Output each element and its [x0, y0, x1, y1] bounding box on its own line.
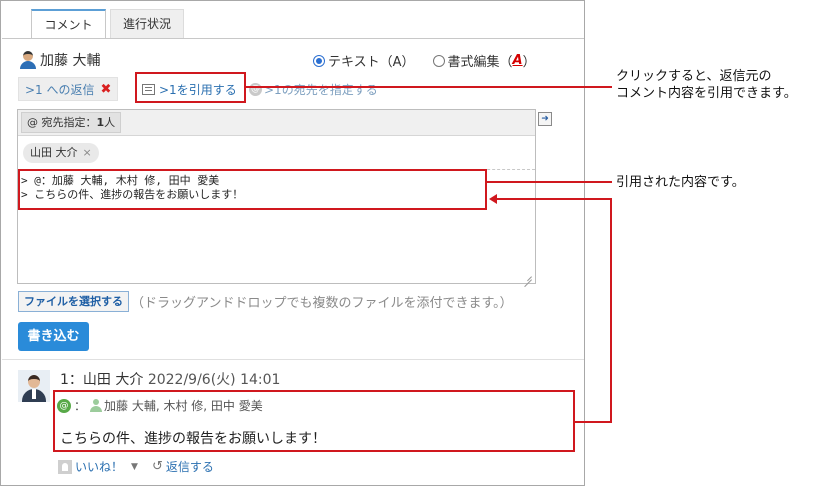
- callout-quote-link: クリックすると、返信元の コメント内容を引用できます。: [616, 68, 797, 102]
- reply-target-chip: >1 への返信 ✖: [18, 77, 119, 101]
- remove-reply-icon[interactable]: ✖: [101, 82, 112, 97]
- user-icon: [19, 51, 37, 69]
- callout-quoted-content: 引用された内容です。: [616, 174, 745, 191]
- set-destination-label[interactable]: >1の宛先を指定する: [264, 81, 378, 98]
- arrow-icon: [489, 194, 497, 204]
- post-number[interactable]: 1：: [60, 372, 83, 388]
- expand-editor-icon[interactable]: ➜: [538, 112, 552, 126]
- format-rich-label[interactable]: 書式編集（: [448, 51, 513, 70]
- choose-file-button[interactable]: ファイルを選択する: [18, 291, 129, 312]
- quote-highlight-box: [135, 72, 246, 103]
- tab-divider: [2, 38, 584, 39]
- submit-button[interactable]: 書き込む: [18, 322, 89, 351]
- recipient-chip-label: 山田 大介: [30, 146, 78, 159]
- like-icon[interactable]: [58, 459, 72, 474]
- callout-line-mid: [486, 181, 612, 183]
- post-datetime: 2022/9/6(火) 14:01: [147, 372, 281, 388]
- destination-count-label: 宛先指定：: [41, 116, 97, 129]
- post-header: 1：山田 大介 2022/9/6(火) 14:01: [60, 369, 280, 389]
- composer-author-name: 加藤 大輔: [40, 53, 101, 69]
- remove-recipient-icon[interactable]: ×: [83, 146, 92, 159]
- callout-line-bottom-h: [574, 421, 612, 423]
- avatar[interactable]: [18, 370, 50, 402]
- format-text-label[interactable]: テキスト（A）: [328, 51, 415, 70]
- recipient-chip: 山田 大介 ×: [23, 143, 99, 163]
- composer-author: 加藤 大輔: [19, 50, 100, 70]
- quoted-text-highlight-box: [18, 169, 487, 210]
- callout-quote-link-line1: クリックすると、返信元の: [616, 69, 772, 84]
- editor-destination-bar: @ 宛先指定：1人: [18, 110, 535, 136]
- comment-panel: コメント 進行状況 加藤 大輔 テキスト（A） 書式編集（ A ） >1 への返…: [0, 0, 585, 486]
- callout-line-bottom-v: [610, 198, 612, 423]
- callout-line-top: [245, 86, 612, 88]
- format-text-radio[interactable]: [313, 54, 325, 67]
- destination-count-value: 1: [96, 116, 105, 129]
- post-separator: [2, 359, 584, 360]
- tab-comment[interactable]: コメント: [31, 9, 106, 39]
- file-drop-hint: （ドラッグアンドドロップでも複数のファイルを添付できます。）: [131, 296, 513, 311]
- format-rich-radio[interactable]: [432, 54, 445, 67]
- rich-text-icon: A: [512, 53, 523, 68]
- callout-line-bottom-top: [496, 198, 612, 200]
- reply-link[interactable]: 返信する: [166, 458, 214, 475]
- chevron-down-icon[interactable]: ▼: [131, 462, 138, 472]
- at-icon: @: [27, 116, 42, 129]
- post-author[interactable]: 山田 大介: [83, 372, 143, 388]
- at-icon: @: [249, 83, 262, 96]
- resize-handle-icon[interactable]: [522, 270, 532, 280]
- destination-count[interactable]: @ 宛先指定：1人: [21, 112, 122, 133]
- set-destination-link[interactable]: @ >1の宛先を指定する: [249, 81, 378, 98]
- destination-count-unit: 人: [104, 116, 116, 129]
- reply-icon[interactable]: ↺: [152, 459, 163, 474]
- callout-quote-link-line2: コメント内容を引用できます。: [616, 86, 797, 101]
- callout-quoted-content-text: 引用された内容です。: [616, 175, 745, 190]
- format-options: テキスト（A） 書式編集（ A ）: [313, 51, 536, 70]
- like-link[interactable]: いいね！: [75, 458, 123, 475]
- post-actions: いいね！ ▼ ↺ 返信する: [58, 458, 214, 475]
- reply-target-label[interactable]: >1 への返信: [25, 81, 95, 98]
- format-rich-label-close: ）: [522, 55, 536, 70]
- post-highlight-box: [53, 390, 575, 452]
- tab-progress[interactable]: 進行状況: [110, 9, 184, 39]
